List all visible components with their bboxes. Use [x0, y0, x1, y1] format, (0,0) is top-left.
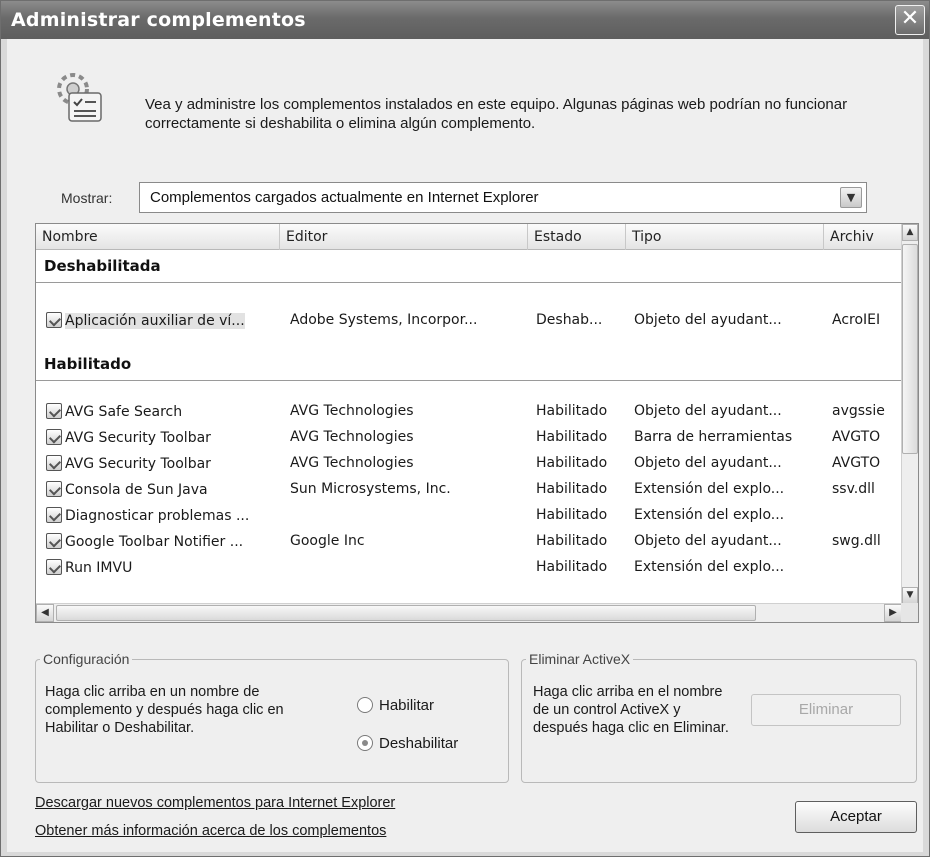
addon-file: ssv.dll	[832, 481, 875, 497]
addon-icon	[46, 559, 62, 575]
window-title: Administrar complementos	[11, 9, 306, 31]
scrollbar-corner	[901, 603, 918, 622]
addon-type: Objeto del ayudant...	[634, 312, 782, 328]
group-divider	[36, 282, 902, 283]
addon-state: Deshab...	[536, 312, 603, 328]
addon-name: AVG Safe Search	[46, 403, 282, 420]
addon-icon	[46, 533, 62, 549]
list-item[interactable]: AVG Safe Search AVG Technologies Habilit…	[36, 400, 902, 423]
addon-type: Objeto del ayudant...	[634, 455, 782, 471]
group-label-disabled: Deshabilitada	[44, 257, 161, 275]
radio-checked-icon[interactable]	[357, 735, 373, 751]
addon-publisher: AVG Technologies	[290, 455, 414, 471]
column-header-type[interactable]: Tipo	[626, 224, 824, 250]
addon-type: Objeto del ayudant...	[634, 533, 782, 549]
addon-icon	[46, 429, 62, 445]
remove-button[interactable]: Eliminar	[751, 694, 901, 726]
enable-radio-label: Habilitar	[379, 697, 435, 714]
addon-name: AVG Security Toolbar	[46, 455, 282, 472]
addon-file: AVGTO	[832, 455, 881, 471]
addon-file: AVGTO	[832, 429, 881, 445]
list-item[interactable]: Aplicación auxiliar de ví... Adobe Syste…	[36, 309, 902, 332]
addon-name: Run IMVU	[46, 559, 282, 576]
addon-publisher: Adobe Systems, Incorpor...	[290, 312, 478, 328]
addon-publisher: Sun Microsystems, Inc.	[290, 481, 451, 497]
addon-icon	[46, 481, 62, 497]
addon-icon	[46, 507, 62, 523]
addon-file: AcroIEI	[832, 312, 881, 328]
addon-state: Habilitado	[536, 507, 608, 523]
list-item[interactable]: Run IMVU Habilitado Extensión del explo.…	[36, 556, 902, 579]
addon-type: Barra de herramientas	[634, 429, 793, 445]
addon-name: Google Toolbar Notifier ...	[46, 533, 282, 550]
list-item[interactable]: AVG Security Toolbar AVG Technologies Ha…	[36, 452, 902, 475]
radio-unchecked-icon[interactable]	[357, 697, 373, 713]
addon-icon	[46, 455, 62, 471]
title-bar[interactable]: Administrar complementos ✕	[1, 1, 929, 39]
show-label: Mostrar:	[61, 190, 113, 206]
configuration-legend: Configuración	[43, 651, 130, 667]
addon-state: Habilitado	[536, 533, 608, 549]
addon-publisher: Google Inc	[290, 533, 365, 549]
chevron-down-icon[interactable]: ▼	[840, 187, 862, 208]
addon-file: avgssie	[832, 403, 885, 419]
remove-activex-help-text: Haga clic arriba en el nombre de un cont…	[533, 684, 729, 736]
addon-name: Aplicación auxiliar de ví...	[46, 312, 282, 329]
show-dropdown-value: Complementos cargados actualmente en Int…	[150, 189, 539, 206]
addon-state: Habilitado	[536, 429, 608, 445]
scroll-left-icon[interactable]: ◀	[36, 604, 54, 622]
column-header-publisher[interactable]: Editor	[280, 224, 528, 250]
column-header-name[interactable]: Nombre	[36, 224, 280, 250]
download-addons-link[interactable]: Descargar nuevos complementos para Inter…	[35, 795, 395, 811]
addon-publisher: AVG Technologies	[290, 429, 414, 445]
addon-state: Habilitado	[536, 481, 608, 497]
addon-name: Diagnosticar problemas ...	[46, 507, 282, 524]
horizontal-scroll-thumb[interactable]	[56, 605, 756, 621]
column-header-file[interactable]: Archiv	[824, 224, 902, 250]
scroll-up-icon[interactable]: ▲	[902, 224, 918, 241]
accept-button[interactable]: Aceptar	[795, 801, 917, 833]
addon-icon	[46, 403, 62, 419]
addon-name: AVG Security Toolbar	[46, 429, 282, 446]
group-divider	[36, 380, 902, 381]
configuration-help-text: Haga clic arriba en un nombre de complem…	[45, 684, 284, 736]
column-header-state[interactable]: Estado	[528, 224, 626, 250]
more-info-link[interactable]: Obtener más información acerca de los co…	[35, 823, 386, 839]
addon-file: swg.dll	[832, 533, 881, 549]
close-icon: ✕	[900, 6, 920, 31]
group-label-enabled: Habilitado	[44, 355, 132, 373]
addon-type: Objeto del ayudant...	[634, 403, 782, 419]
addons-list[interactable]: Nombre Editor Estado Tipo Archiv Deshabi…	[35, 223, 919, 623]
group-header-disabled: Deshabilitada	[36, 254, 902, 283]
scroll-right-icon[interactable]: ▶	[884, 604, 902, 622]
addon-name: Consola de Sun Java	[46, 481, 282, 498]
list-item[interactable]: Diagnosticar problemas ... Habilitado Ex…	[36, 504, 902, 527]
close-button[interactable]: ✕	[895, 5, 925, 35]
addon-state: Habilitado	[536, 403, 608, 419]
list-item[interactable]: Consola de Sun Java Sun Microsystems, In…	[36, 478, 902, 501]
addon-publisher: AVG Technologies	[290, 403, 414, 419]
list-item[interactable]: Google Toolbar Notifier ... Google Inc H…	[36, 530, 902, 553]
group-header-enabled: Habilitado	[36, 352, 902, 381]
addon-state: Habilitado	[536, 455, 608, 471]
list-header: Nombre Editor Estado Tipo Archiv	[36, 224, 902, 250]
addon-state: Habilitado	[536, 559, 608, 575]
disable-radio[interactable]: Deshabilitar	[357, 735, 458, 752]
vertical-scrollbar[interactable]: ▲ ▼	[901, 224, 918, 604]
list-item[interactable]: AVG Security Toolbar AVG Technologies Ha…	[36, 426, 902, 449]
enable-radio[interactable]: Habilitar	[357, 697, 434, 714]
addon-type: Extensión del explo...	[634, 481, 785, 497]
manage-addons-dialog: Administrar complementos ✕ Vea y adminis…	[0, 0, 930, 857]
show-dropdown[interactable]: Complementos cargados actualmente en Int…	[139, 182, 867, 213]
scroll-down-icon[interactable]: ▼	[902, 587, 918, 604]
intro-description: Vea y administre los complementos instal…	[145, 96, 848, 132]
horizontal-scrollbar[interactable]: ◀ ▶	[36, 603, 902, 622]
vertical-scroll-thumb[interactable]	[902, 244, 918, 454]
addons-settings-icon	[57, 73, 102, 122]
remove-activex-legend: Eliminar ActiveX	[529, 651, 631, 667]
addon-icon	[46, 312, 62, 328]
addon-type: Extensión del explo...	[634, 507, 785, 523]
addon-type: Extensión del explo...	[634, 559, 785, 575]
disable-radio-label: Deshabilitar	[379, 735, 459, 752]
